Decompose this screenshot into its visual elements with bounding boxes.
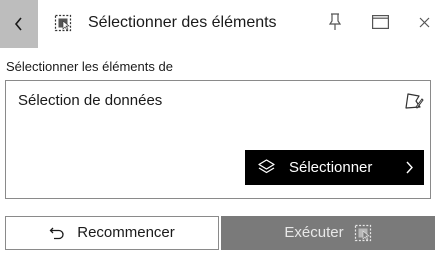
undo-icon xyxy=(49,227,64,240)
chevron-right-icon xyxy=(406,161,413,174)
select-button[interactable]: Sélectionner xyxy=(245,150,424,185)
select-features-icon xyxy=(354,224,371,242)
chevron-left-icon xyxy=(14,17,22,31)
header: Sélectionner des éléments xyxy=(0,0,437,48)
page-title: Sélectionner des éléments xyxy=(88,14,277,31)
layers-icon xyxy=(258,159,275,174)
select-features-icon xyxy=(54,14,72,32)
close-button[interactable] xyxy=(414,12,434,32)
pin-icon xyxy=(328,13,342,30)
draw-polygon-icon[interactable] xyxy=(402,91,424,111)
data-selection-title: Sélection de données xyxy=(18,92,163,109)
data-selection-panel: Sélection de données Sélectionner xyxy=(5,80,431,199)
back-button[interactable] xyxy=(0,0,38,48)
reset-button-label: Recommencer xyxy=(77,224,175,241)
window-icon xyxy=(371,15,389,29)
run-button-label: Exécuter xyxy=(284,224,344,241)
reset-button[interactable]: Recommencer xyxy=(5,216,219,250)
select-button-label: Sélectionner xyxy=(289,159,373,176)
select-from-label: Sélectionner les éléments de xyxy=(6,59,173,74)
run-button[interactable]: Exécuter xyxy=(221,216,435,250)
pin-button[interactable] xyxy=(325,12,345,32)
close-icon xyxy=(419,17,429,27)
dock-button[interactable] xyxy=(370,12,390,32)
